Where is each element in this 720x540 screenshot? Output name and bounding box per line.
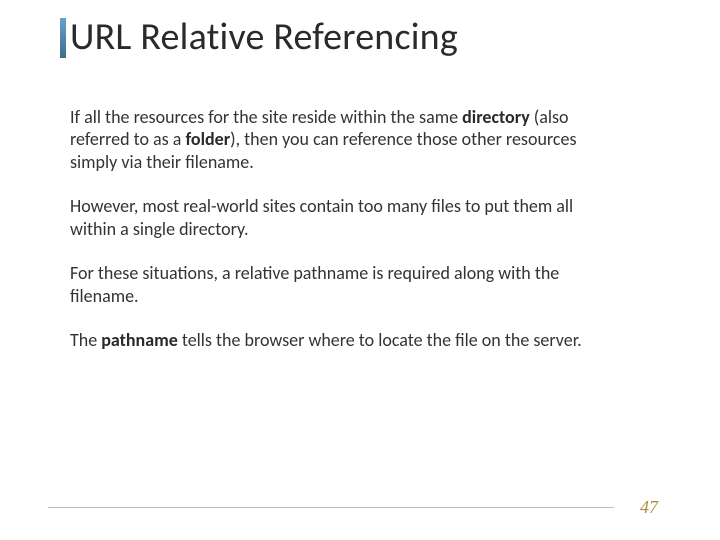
title-block: URL Relative Referencing — [60, 18, 660, 58]
paragraph-2: However, most real-world sites contain t… — [70, 195, 590, 240]
text-segment: tells the browser where to locate the fi… — [178, 329, 582, 351]
text-segment: The — [70, 329, 101, 351]
body-text: If all the resources for the site reside… — [60, 106, 590, 352]
bold-pathname: pathname — [101, 329, 178, 351]
bold-folder: folder — [185, 128, 230, 150]
paragraph-3: For these situations, a relative pathnam… — [70, 262, 590, 307]
slide-title: URL Relative Referencing — [70, 18, 458, 58]
accent-bar — [60, 18, 66, 58]
paragraph-4: The pathname tells the browser where to … — [70, 329, 590, 352]
text-segment: If all the resources for the site reside… — [70, 106, 462, 128]
page-number: 47 — [640, 497, 658, 518]
bold-directory: directory — [462, 106, 530, 128]
footer-rule — [48, 507, 614, 508]
paragraph-1: If all the resources for the site reside… — [70, 106, 590, 174]
slide: URL Relative Referencing If all the reso… — [0, 0, 720, 540]
